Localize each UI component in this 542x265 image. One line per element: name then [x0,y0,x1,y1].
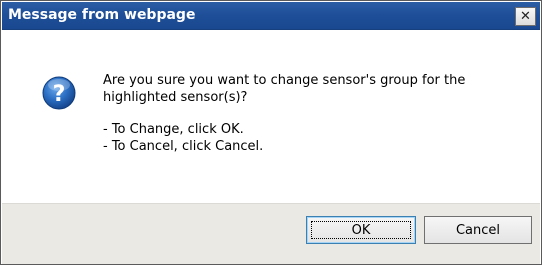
question-icon: ? [42,76,76,110]
cancel-button[interactable]: Cancel [424,216,532,244]
dialog-footer: OK Cancel [2,203,540,264]
dialog-titlebar[interactable]: Message from webpage ✕ [2,2,540,30]
message-line: - To Cancel, click Cancel. [103,139,264,154]
ok-button[interactable]: OK [306,216,416,244]
focus-rect [311,221,411,239]
close-button[interactable]: ✕ [515,7,536,26]
message-line: highlighted sensor(s)? [103,90,248,105]
dialog-body: ? Are you sure you want to change sensor… [2,31,540,203]
message-line: - To Change, click OK. [103,122,244,137]
close-icon: ✕ [520,9,531,24]
cancel-button-label: Cancel [455,222,501,238]
dialog-message: Are you sure you want to change sensor's… [103,72,465,155]
message-dialog: Message from webpage ✕ ? Are you sure yo… [0,0,542,265]
message-line: Are you sure you want to change sensor's… [103,73,466,88]
dialog-title: Message from webpage [8,7,196,23]
svg-text:?: ? [53,82,66,107]
